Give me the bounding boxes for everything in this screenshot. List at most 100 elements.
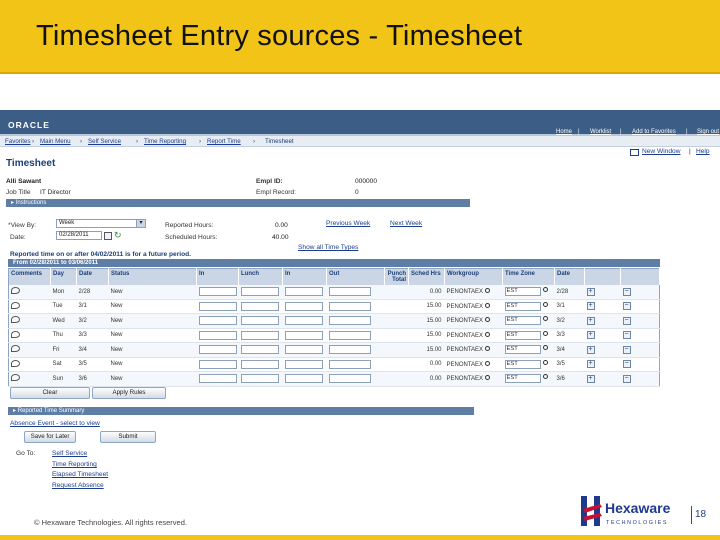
add-row-icon[interactable]: + [586,316,595,325]
add-row-icon[interactable]: + [586,302,595,311]
search-icon[interactable] [542,374,548,380]
instructions-bar[interactable]: ▸ Instructions [6,199,470,207]
delete-row-icon[interactable]: − [622,302,631,311]
out-input[interactable] [328,301,371,311]
go-to-self-service[interactable]: Self Service [52,450,87,457]
lunch-input[interactable] [240,316,279,326]
out-input[interactable] [328,345,371,355]
save-for-later-button[interactable]: Save for Later [24,431,76,443]
delete-row-icon[interactable]: − [622,374,631,383]
view-by-select[interactable]: Week [56,219,146,228]
apply-rules-button[interactable]: Apply Rules [92,387,166,399]
out-input[interactable] [328,287,371,296]
in-input[interactable] [198,359,237,369]
in-input[interactable] [198,374,237,384]
time-zone-field[interactable]: EST [504,316,541,326]
breadcrumb-main-menu[interactable]: Main Menu [40,138,71,145]
calendar-icon[interactable] [104,232,112,240]
lunch-input[interactable] [240,374,279,384]
new-window-link[interactable]: New Window [642,148,680,155]
delete-row-icon[interactable]: − [622,345,631,354]
search-icon[interactable] [542,330,548,336]
time-zone-field[interactable]: EST [504,345,541,355]
search-icon[interactable] [542,287,548,292]
chevron-down-icon[interactable]: ▾ [136,219,146,228]
in-input[interactable] [284,316,323,326]
time-zone-field[interactable]: EST [504,374,541,384]
add-row-icon[interactable]: + [586,360,595,369]
date-input[interactable]: 02/28/2011 [56,231,102,240]
lunch-input[interactable] [240,359,279,369]
submit-button[interactable]: Submit [100,431,156,443]
comment-icon[interactable] [11,316,20,324]
search-icon[interactable] [485,288,491,293]
absence-event-link[interactable]: Absence Event - select to view [10,420,100,427]
time-zone-field[interactable]: EST [504,330,541,340]
add-row-icon[interactable]: + [586,345,595,354]
breadcrumb-self-service[interactable]: Self Service [88,138,121,145]
search-icon[interactable] [485,302,491,308]
refresh-icon[interactable]: ↻ [114,230,122,241]
time-zone-field[interactable]: EST [504,301,541,311]
out-input[interactable] [328,330,371,340]
in-input[interactable] [284,374,323,384]
search-icon[interactable] [485,360,491,366]
search-icon[interactable] [542,301,548,307]
reported-time-summary-bar[interactable]: ▸ Reported Time Summary [8,407,474,415]
previous-week-link[interactable]: Previous Week [326,220,370,227]
home-link[interactable]: Home [556,129,572,135]
time-zone-field[interactable]: EST [504,287,541,296]
search-icon[interactable] [542,316,548,322]
new-window-icon[interactable] [630,149,639,156]
delete-row-icon[interactable]: − [622,316,631,325]
search-icon[interactable] [542,345,548,351]
in-input[interactable] [284,287,323,296]
out-input[interactable] [328,374,371,384]
comment-icon[interactable] [11,301,20,309]
out-input[interactable] [328,359,371,369]
in-input[interactable] [284,330,323,340]
clear-button[interactable]: Clear [10,387,90,399]
next-week-link[interactable]: Next Week [390,220,422,227]
breadcrumb-report-time[interactable]: Report Time [207,138,241,145]
search-icon[interactable] [485,375,491,381]
in-input[interactable] [198,287,237,296]
comment-icon[interactable] [11,374,20,382]
time-zone-field[interactable]: EST [504,359,541,369]
sign-out-link[interactable]: Sign out [697,129,719,135]
delete-row-icon[interactable]: − [622,331,631,340]
show-all-time-types-link[interactable]: Show all Time Types [298,244,358,251]
add-row-icon[interactable]: + [586,374,595,383]
help-link[interactable]: Help [696,148,710,155]
search-icon[interactable] [485,317,491,323]
search-icon[interactable] [485,346,491,352]
go-to-elapsed-timesheet[interactable]: Elapsed Timesheet [52,471,108,478]
add-favorites-link[interactable]: Add to Favorites [632,129,676,135]
lunch-input[interactable] [240,287,279,296]
in-input[interactable] [198,316,237,326]
comment-icon[interactable] [11,359,20,367]
search-icon[interactable] [485,331,491,337]
in-input[interactable] [284,359,323,369]
lunch-input[interactable] [240,301,279,311]
in-input[interactable] [284,345,323,355]
in-input[interactable] [198,301,237,311]
breadcrumb-favorites[interactable]: Favorites [5,138,30,145]
worklist-link[interactable]: Worklist [590,129,611,135]
comment-icon[interactable] [11,330,20,338]
add-row-icon[interactable]: + [586,331,595,340]
comment-icon[interactable] [11,345,20,353]
comment-icon[interactable] [11,287,20,294]
delete-row-icon[interactable]: − [622,360,631,369]
breadcrumb-time-reporting[interactable]: Time Reporting [144,138,186,145]
lunch-input[interactable] [240,345,279,355]
delete-row-icon[interactable]: − [622,287,631,296]
out-input[interactable] [328,316,371,326]
go-to-request-absence[interactable]: Request Absence [52,482,104,489]
in-input[interactable] [198,345,237,355]
in-input[interactable] [284,301,323,311]
in-input[interactable] [198,330,237,340]
search-icon[interactable] [542,359,548,365]
go-to-time-reporting[interactable]: Time Reporting [52,461,97,468]
add-row-icon[interactable]: + [586,287,595,296]
